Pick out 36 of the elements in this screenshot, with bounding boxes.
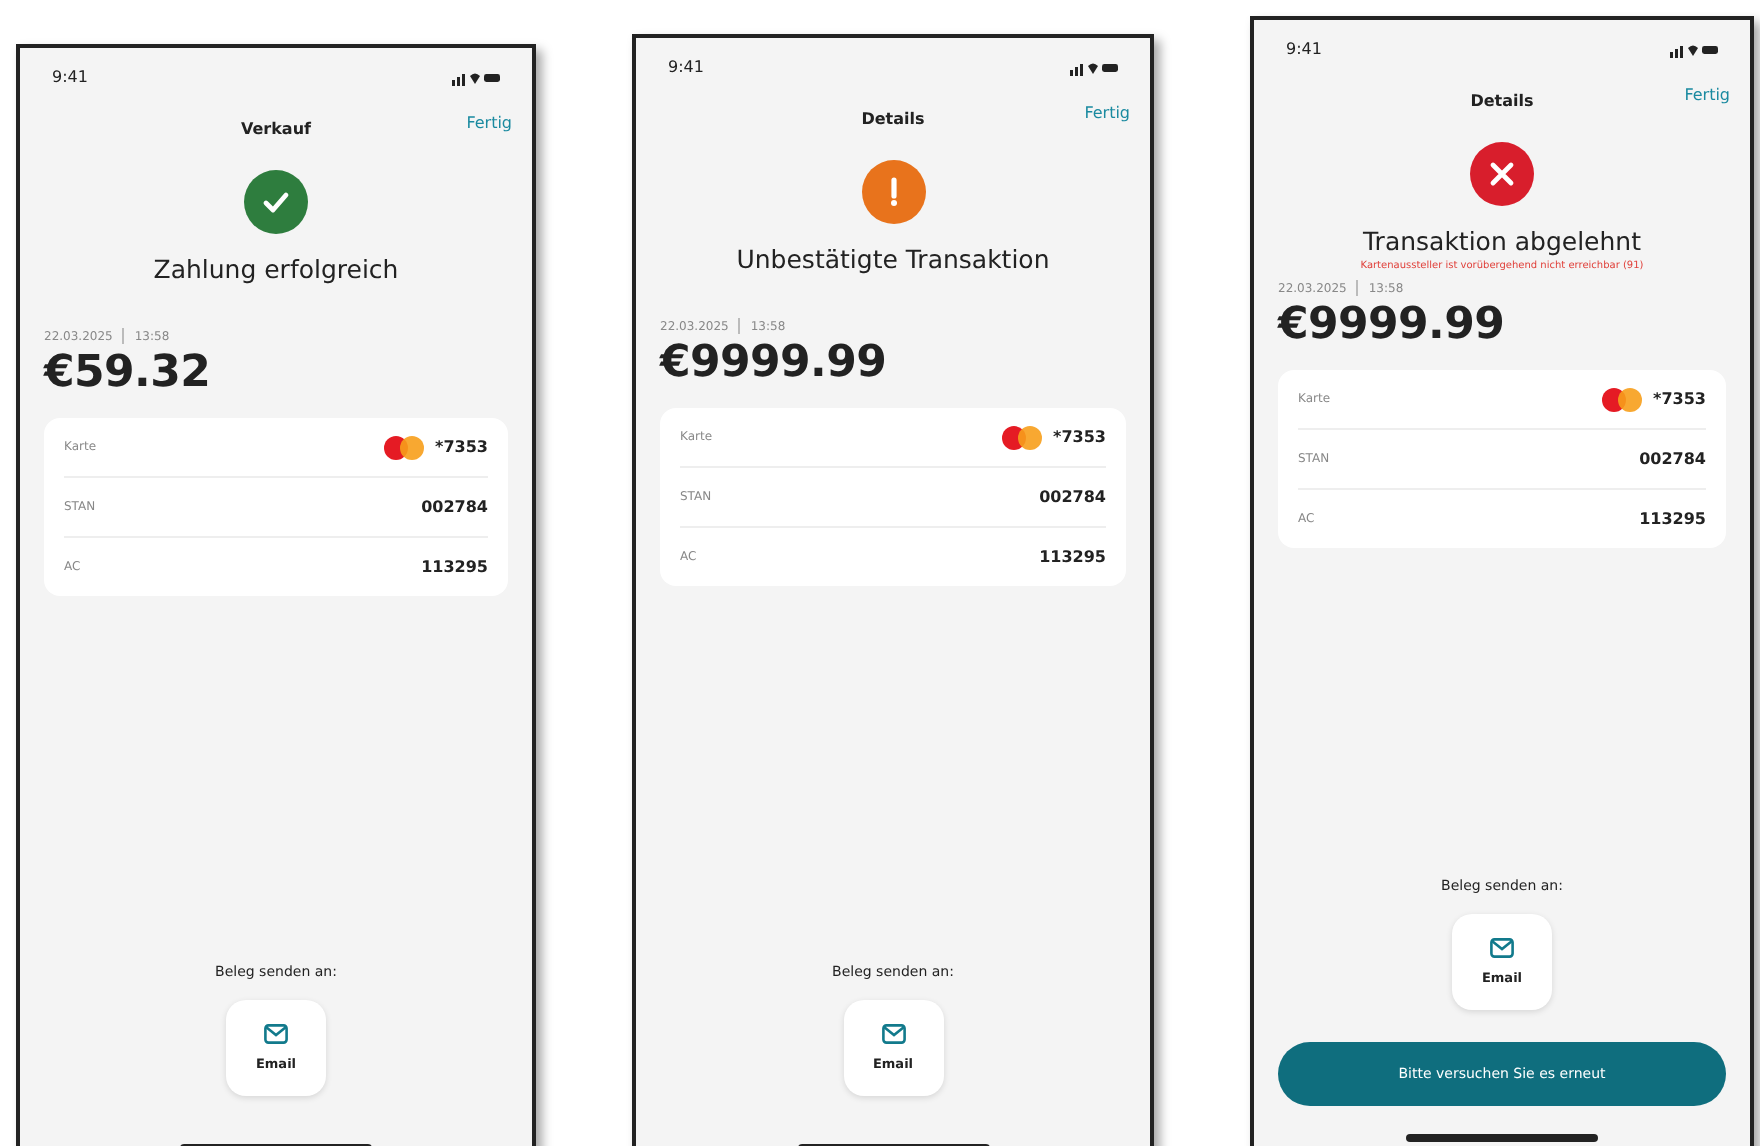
exclamation-icon [861, 160, 925, 224]
done-button[interactable]: Fertig [1084, 104, 1130, 122]
row-value: *7353 [1053, 428, 1106, 446]
status-time: 9:41 [52, 68, 88, 86]
screen-title: Details [861, 109, 925, 127]
status-time: 9:41 [1286, 40, 1322, 58]
done-button[interactable]: Fertig [1684, 86, 1730, 104]
signal-wifi-battery-icon [452, 69, 500, 85]
status-time: 9:41 [668, 58, 704, 76]
screen-title: Verkauf [240, 119, 312, 137]
row-value: 113295 [1639, 510, 1706, 528]
status-title: Zahlung erfolgreich [151, 254, 401, 284]
done-button[interactable]: Fertig [466, 114, 512, 132]
checkmark-icon [244, 170, 308, 234]
cross-icon [1470, 142, 1534, 206]
screen-title: Details [1470, 91, 1534, 109]
envelope-icon [881, 1024, 905, 1044]
row-value: 002784 [1639, 450, 1706, 468]
row-value: 002784 [421, 498, 488, 516]
signal-wifi-battery-icon [1670, 41, 1718, 57]
amount-text: €9999.99 [660, 338, 889, 388]
row-value: 113295 [1039, 548, 1106, 566]
amount-text: €59.32 [44, 348, 213, 398]
amount-text: €9999.99 [1278, 300, 1507, 350]
card-brand-icon [1001, 425, 1042, 449]
row-value: 113295 [421, 558, 488, 576]
envelope-icon [264, 1024, 288, 1044]
card-brand-icon [383, 435, 424, 459]
row-value: *7353 [435, 438, 488, 456]
row-value: 002784 [1039, 488, 1106, 506]
row-value: *7353 [1653, 390, 1706, 408]
status-title: Unbestätigte Transaktion [734, 244, 1052, 274]
envelope-icon [1490, 938, 1514, 958]
status-title: Transaktion abgelehnt [1361, 226, 1643, 256]
signal-wifi-battery-icon [1070, 59, 1118, 75]
card-brand-icon [1601, 387, 1642, 411]
